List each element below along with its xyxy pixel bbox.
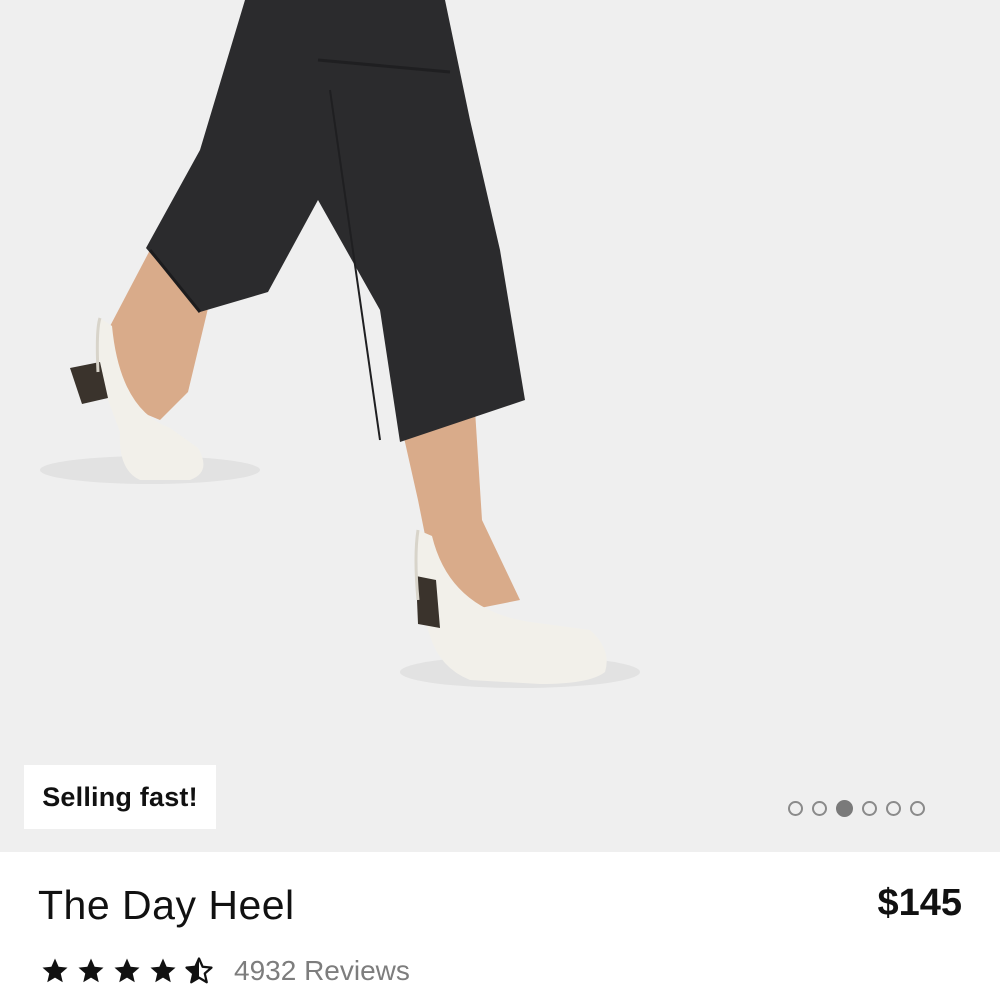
carousel-pagination [788,798,925,818]
product-title: The Day Heel [38,882,295,928]
carousel-dot[interactable] [910,800,925,816]
carousel-dot[interactable] [812,800,827,816]
star-half-icon [185,957,213,984]
product-rating[interactable]: 4932 Reviews [40,955,410,987]
star-full-icon [78,958,104,983]
product-image-carousel[interactable]: Selling fast! [0,0,1000,852]
star-full-icon [114,958,140,983]
star-full-icon [150,958,176,983]
product-info: The Day Heel $145 4932 Reviews [0,852,1000,1000]
reviews-link[interactable]: 4932 Reviews [234,955,410,987]
carousel-dot-active[interactable] [836,799,853,817]
product-price: $145 [877,882,962,924]
selling-fast-badge: Selling fast! [24,765,216,829]
carousel-dot[interactable] [862,800,877,816]
carousel-dot[interactable] [788,800,803,816]
carousel-dot[interactable] [886,800,901,816]
rating-stars [40,956,214,986]
product-photo [40,0,640,688]
star-full-icon [42,958,68,983]
